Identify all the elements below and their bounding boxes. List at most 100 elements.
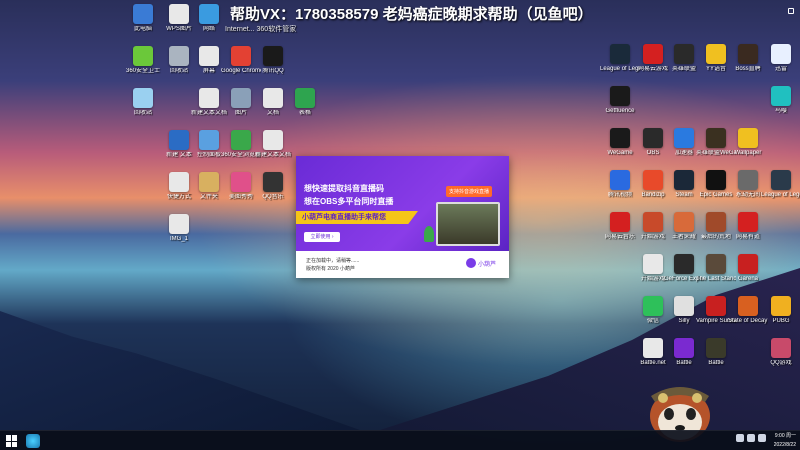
desktop-shortcut[interactable]: 图片 bbox=[224, 88, 258, 130]
desktop-shortcut[interactable]: YY语音 bbox=[699, 44, 733, 86]
desktop-shortcut[interactable]: OBS bbox=[636, 128, 670, 170]
desktop-shortcut[interactable]: 网易有道 bbox=[731, 212, 765, 254]
shortcut-label: 网络 bbox=[202, 26, 215, 32]
network-tray-icon[interactable] bbox=[736, 434, 744, 442]
desktop-shortcut[interactable]: 微信 bbox=[636, 296, 670, 338]
obs-icon bbox=[643, 128, 663, 148]
shortcut-label: QQ游戏 bbox=[770, 360, 792, 366]
xiaohulu-loading-popup[interactable]: 想快速提取抖音直播码 想在OBS多平台同时直播 支持抖音游戏直播 小葫芦电商直播… bbox=[296, 156, 509, 278]
desktop-shortcut[interactable]: QQ音乐 bbox=[256, 172, 290, 214]
popup-ad-banner[interactable]: 想快速提取抖音直播码 想在OBS多平台同时直播 支持抖音游戏直播 小葫芦电商直播… bbox=[296, 156, 509, 251]
volume-tray-icon[interactable] bbox=[747, 434, 755, 442]
desktop-shortcut[interactable]: League of Legends bbox=[761, 170, 800, 212]
ad-highlight-bar: 小葫芦电商直播助手来帮您 bbox=[296, 211, 418, 224]
netease-game-icon bbox=[643, 44, 663, 64]
window-restore-icon[interactable] bbox=[788, 8, 794, 14]
copyright-text: 版权所有 2020 小葫芦 bbox=[306, 266, 355, 272]
text-file-icon bbox=[199, 88, 219, 108]
desktop-shortcut[interactable]: 英雄联盟 bbox=[667, 44, 701, 86]
g-icon bbox=[610, 86, 630, 106]
lol-icon bbox=[610, 44, 630, 64]
taskbar-clock[interactable]: 9:00 周一 2022/8/22 bbox=[774, 432, 796, 450]
desktop-shortcut[interactable]: IMG_1 bbox=[162, 214, 196, 256]
desktop-shortcut[interactable]: WeGame bbox=[603, 128, 637, 170]
folder-icon bbox=[199, 172, 219, 192]
desktop-shortcut[interactable]: Bandizip bbox=[636, 170, 670, 212]
qqgame-icon bbox=[771, 338, 791, 358]
shortcut-label: Wallpaper bbox=[734, 150, 762, 156]
desktop-shortcut[interactable]: League of Legends bbox=[600, 44, 640, 86]
ime-tray-icon[interactable] bbox=[758, 434, 766, 442]
desktop-shortcut[interactable]: 迅雷 bbox=[764, 44, 798, 86]
desktop-shortcut[interactable]: 新建文本文档 bbox=[255, 130, 291, 172]
desktop-shortcut[interactable]: Garena bbox=[731, 254, 765, 296]
naraka-icon bbox=[738, 170, 758, 190]
desktop-shortcut[interactable]: 最后的荒地 bbox=[699, 212, 733, 254]
desktop-shortcut[interactable]: 新建文本文档 bbox=[191, 88, 227, 130]
accelerator-icon bbox=[674, 128, 694, 148]
use-now-button[interactable]: 立即使用 › bbox=[304, 232, 340, 242]
desktop-shortcut[interactable]: 文件夹 bbox=[192, 172, 226, 214]
desktop-shortcut[interactable]: Silly bbox=[667, 296, 701, 338]
desktop-shortcut[interactable]: 网络 bbox=[192, 4, 226, 46]
desktop-shortcut[interactable]: GeForce Experience bbox=[664, 254, 704, 296]
desktop-shortcut[interactable]: 王者荣耀 bbox=[667, 212, 701, 254]
desktop-shortcut[interactable]: 永劫无间 bbox=[731, 170, 765, 212]
desktop-shortcut[interactable]: 开始游戏 bbox=[636, 212, 670, 254]
qq-icon bbox=[263, 46, 283, 66]
desktop-shortcut[interactable]: Google Chrome bbox=[221, 46, 261, 88]
desktop-shortcut[interactable]: 美图秀秀 bbox=[224, 172, 258, 214]
shortcut-label: 迅雷 bbox=[774, 66, 787, 72]
desktop-shortcut[interactable]: 腾讯视频 bbox=[603, 170, 637, 212]
desktop-shortcut[interactable]: 回收站 bbox=[126, 88, 160, 130]
desktop-shortcut[interactable]: QQ游戏 bbox=[764, 338, 798, 380]
pubg-icon bbox=[771, 296, 791, 316]
game-start-icon bbox=[643, 212, 663, 232]
desktop-shortcut[interactable]: 英雄联盟WeGame版 bbox=[696, 128, 736, 170]
desktop-shortcut[interactable]: 此电脑 bbox=[126, 4, 160, 46]
desktop-shortcut[interactable]: State of Decay 2 bbox=[728, 296, 768, 338]
youdao-icon bbox=[738, 212, 758, 232]
desktop-shortcut[interactable]: Epic Games bbox=[699, 170, 733, 212]
popup-footer: 正在加载中，请稍等...... 版权所有 2020 小葫芦 小葫芦 bbox=[296, 251, 509, 278]
desktop-shortcut[interactable]: Vampire Survivors bbox=[696, 296, 736, 338]
desktop-shortcut[interactable]: 快捷方式 bbox=[162, 172, 196, 214]
silly-icon bbox=[674, 296, 694, 316]
desktop-shortcut[interactable]: 网易云游戏 bbox=[636, 44, 670, 86]
taskbar-app-icon[interactable] bbox=[26, 434, 40, 448]
computer-icon bbox=[133, 4, 153, 24]
desktop-shortcut[interactable]: 文档 bbox=[256, 88, 290, 130]
desktop-shortcut[interactable]: Wallpaper bbox=[731, 128, 765, 170]
battlenet-icon bbox=[643, 338, 663, 358]
desktop-shortcut[interactable]: 控制面板 bbox=[192, 130, 226, 172]
shortcut-label: QQ音乐 bbox=[262, 194, 284, 200]
photo-app-icon bbox=[231, 172, 251, 192]
desktop-shortcut[interactable]: Boss直聘 bbox=[731, 44, 765, 86]
desktop-shortcut[interactable]: Steam bbox=[667, 170, 701, 212]
desktop-shortcut[interactable]: WPS图片 bbox=[162, 4, 196, 46]
decay-icon bbox=[738, 296, 758, 316]
desktop-shortcut[interactable]: Getfluence bbox=[603, 86, 637, 128]
desktop-shortcut[interactable]: The Last Stand bbox=[696, 254, 736, 296]
desktop-shortcut[interactable]: 网易云音乐 bbox=[603, 212, 637, 254]
desktop-shortcut[interactable]: 新建 文本 bbox=[162, 130, 196, 172]
shortcut-label: IMG_1 bbox=[169, 236, 188, 242]
file-icon bbox=[199, 46, 219, 66]
desktop-shortcut[interactable]: 屏幕 bbox=[192, 46, 226, 88]
windows-start-icon[interactable] bbox=[6, 435, 18, 447]
desktop-shortcut[interactable]: 360安全卫士 bbox=[126, 46, 160, 88]
system-tray[interactable] bbox=[736, 434, 766, 442]
shortcut-label: 360安全卫士 bbox=[125, 68, 160, 74]
desktop-shortcut[interactable]: PUBG bbox=[764, 296, 798, 338]
desktop-shortcut[interactable]: 回收站 bbox=[162, 46, 196, 88]
desktop-shortcut[interactable]: 腾讯QQ bbox=[256, 46, 290, 88]
desktop-shortcut[interactable]: 加速器 bbox=[667, 128, 701, 170]
desktop-shortcut[interactable]: 鸟嘤 bbox=[764, 86, 798, 128]
desktop-shortcut[interactable]: 开始游戏 bbox=[636, 254, 670, 296]
desktop-shortcut[interactable]: 表格 bbox=[288, 88, 322, 130]
epic-icon bbox=[706, 170, 726, 190]
desktop-shortcut[interactable]: 360安全浏览器 bbox=[221, 130, 261, 172]
shortcut-label: League of Legends bbox=[761, 192, 800, 198]
shortcut-icon bbox=[169, 172, 189, 192]
taskbar: 9:00 周一 2022/8/22 bbox=[0, 430, 800, 450]
